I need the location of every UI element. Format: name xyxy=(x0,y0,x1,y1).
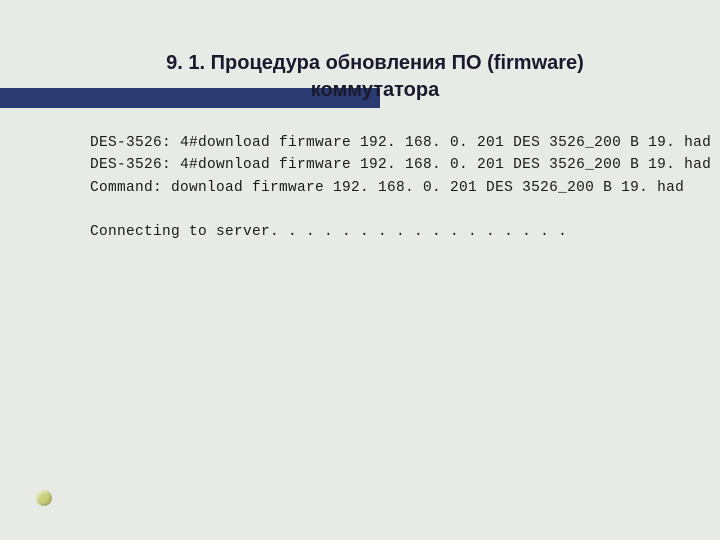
terminal-line: DES-3526: 4#download firmware 192. 168. … xyxy=(90,154,660,176)
terminal-status-line: Connecting to server. . . . . . . . . . … xyxy=(90,221,660,243)
page-title: 9. 1. Процедура обновления ПО (firmware)… xyxy=(90,50,660,104)
blank-line xyxy=(90,199,660,221)
title-line-2: коммутатора xyxy=(311,79,439,101)
decorative-bullet-icon xyxy=(36,490,52,506)
slide-header: 9. 1. Процедура обновления ПО (firmware)… xyxy=(90,50,660,104)
terminal-line: Command: download firmware 192. 168. 0. … xyxy=(90,177,660,199)
slide-container: 9. 1. Процедура обновления ПО (firmware)… xyxy=(0,0,720,540)
title-line-1: 9. 1. Процедура обновления ПО (firmware) xyxy=(166,52,584,74)
terminal-output: DES-3526: 4#download firmware 192. 168. … xyxy=(90,132,660,244)
terminal-line: DES-3526: 4#download firmware 192. 168. … xyxy=(90,132,660,154)
